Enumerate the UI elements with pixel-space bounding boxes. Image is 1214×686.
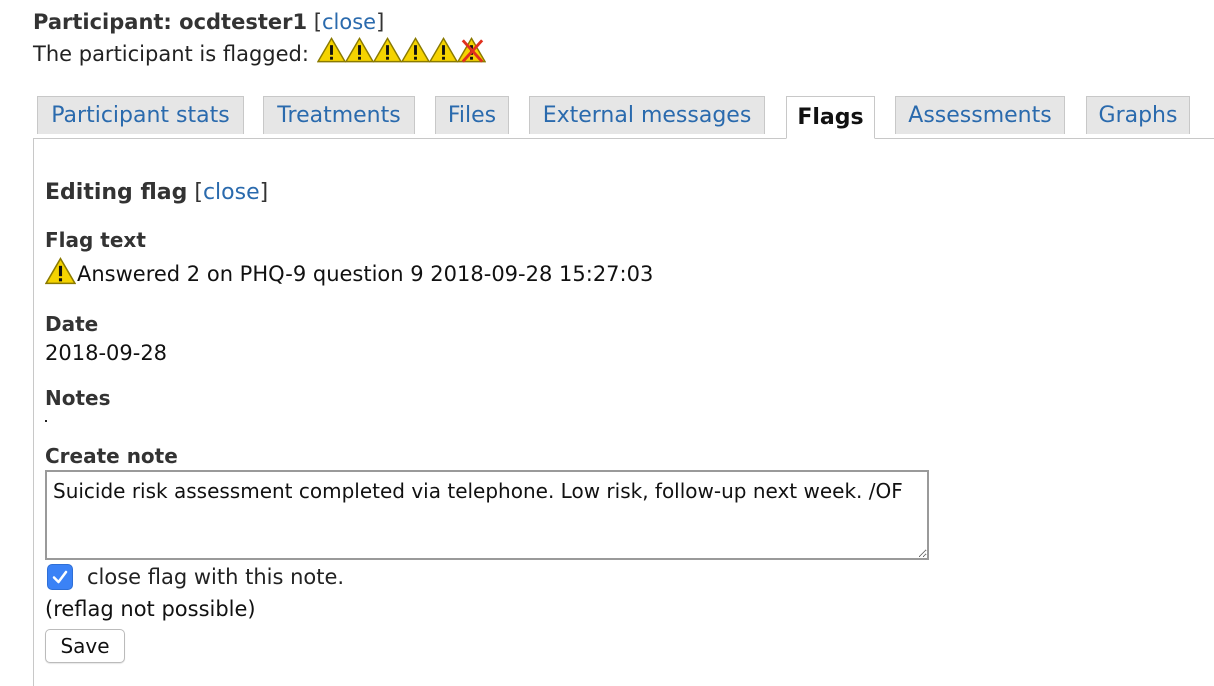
bracket-close: ] — [376, 10, 385, 34]
warning-icon — [428, 36, 458, 63]
date-label: Date — [45, 312, 99, 336]
close-editing-link[interactable]: close — [203, 180, 260, 205]
save-button[interactable]: Save — [45, 629, 125, 663]
flag-icons — [316, 36, 486, 64]
tab-assessments[interactable]: Assessments — [895, 96, 1065, 134]
flag-text-label: Flag text — [45, 228, 146, 252]
flag-text-value-row: Answered 2 on PHQ-9 question 9 2018-09-2… — [45, 256, 653, 286]
editing-flag-heading: Editing flag [close] — [45, 180, 268, 205]
checkmark-icon — [52, 570, 68, 584]
participant-title: Participant: ocdtester1 — [33, 10, 308, 34]
warning-icon — [372, 36, 402, 63]
date-value: 2018-09-28 — [45, 341, 168, 365]
warning-icon — [45, 257, 76, 285]
flag-status: The participant is flagged: — [33, 36, 486, 68]
note-textarea[interactable] — [45, 470, 929, 560]
close-flag-label[interactable]: close flag with this note. — [87, 565, 344, 589]
create-note-label: Create note — [45, 444, 178, 468]
editing-flag-title: Editing flag — [45, 180, 188, 205]
tab-flags[interactable]: Flags — [786, 96, 875, 139]
warning-icon — [316, 36, 346, 63]
warning-crossed-icon — [456, 36, 486, 63]
bracket-open: [ — [194, 180, 203, 205]
tab-external-messages[interactable]: External messages — [529, 96, 765, 134]
flags-panel: Editing flag [close] Flag text Answered … — [33, 138, 1214, 686]
notes-label: Notes — [45, 386, 111, 410]
notes-empty-marker — [45, 420, 47, 422]
flag-text-value: Answered 2 on PHQ-9 question 9 2018-09-2… — [77, 262, 654, 286]
close-flag-checkbox[interactable] — [47, 564, 73, 590]
tab-files[interactable]: Files — [435, 96, 509, 134]
flag-status-text: The participant is flagged: — [33, 42, 309, 66]
tab-bar: Participant stats Treatments Files Exter… — [33, 96, 1214, 139]
reflag-note: (reflag not possible) — [45, 597, 256, 621]
bracket-open: [ — [313, 10, 322, 34]
participant-header: Participant: ocdtester1 [close] — [33, 10, 384, 34]
warning-icon — [400, 36, 430, 63]
close-participant-link[interactable]: close — [322, 10, 376, 34]
tab-participant-stats[interactable]: Participant stats — [37, 96, 244, 134]
close-flag-row: close flag with this note. — [47, 564, 344, 590]
tab-treatments[interactable]: Treatments — [263, 96, 415, 134]
bracket-close: ] — [259, 180, 269, 205]
warning-icon — [344, 36, 374, 63]
tab-graphs[interactable]: Graphs — [1086, 96, 1190, 134]
